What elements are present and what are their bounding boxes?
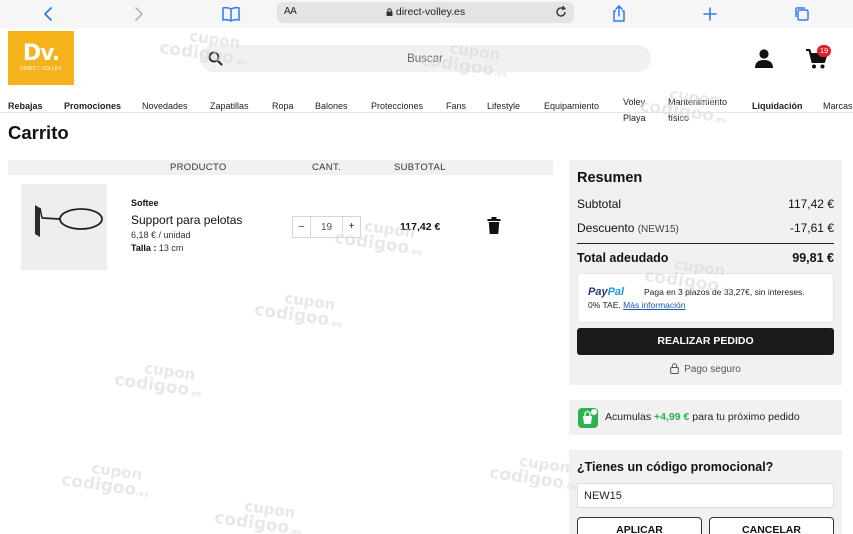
summary-subtotal-row: Subtotal 117,42 € — [577, 197, 834, 211]
secure-label: Pago seguro — [684, 364, 741, 375]
forward-icon[interactable] — [128, 3, 150, 25]
loyalty-banner: Acumulas +4,99 € para tu próximo pedido — [569, 400, 842, 435]
nav-item-lifestyle[interactable]: Lifestyle — [487, 101, 520, 111]
loyalty-prefix: Acumulas — [605, 411, 652, 423]
lock-icon — [386, 8, 393, 16]
total-value: 99,81 € — [792, 251, 834, 265]
quantity-decrease-button[interactable]: – — [293, 217, 311, 237]
summary-divider — [577, 243, 834, 244]
product-unit-price: 6,18 € / unidad — [131, 230, 191, 240]
logo-mark: Dv. — [22, 41, 60, 66]
promo-code-panel: ¿Tienes un código promocional? APLICAR C… — [569, 450, 842, 534]
nav-item-rebajas[interactable]: Rebajas — [8, 101, 43, 111]
url-domain: direct-volley.es — [395, 6, 466, 18]
discount-code: (NEW15) — [637, 224, 679, 235]
product-image[interactable] — [21, 184, 107, 270]
quantity-increase-button[interactable]: + — [342, 217, 360, 237]
size-label: Talla : — [131, 243, 157, 253]
secure-payment-note: Pago seguro — [569, 363, 842, 375]
nav-item-marcas[interactable]: Marcas — [823, 101, 853, 111]
padlock-icon — [670, 363, 679, 374]
summary-total-row: Total adeudado 99,81 € — [577, 251, 834, 265]
nav-item-ropa[interactable]: Ropa — [272, 101, 294, 111]
watermark: cupon codigoo.es — [60, 458, 150, 501]
back-icon[interactable] — [37, 3, 59, 25]
subtotal-value: 117,42 € — [788, 197, 834, 211]
nav-divider — [0, 112, 853, 113]
main-nav: Rebajas Promociones Novedades Zapatillas… — [0, 92, 853, 123]
nav-item-equipamiento[interactable]: Equipamiento — [544, 101, 599, 111]
url-text: direct-volley.es — [277, 6, 574, 18]
address-bar[interactable]: AA direct-volley.es — [277, 2, 574, 23]
watermark: cupon codigoo.es — [488, 451, 578, 494]
loyalty-bag-icon — [578, 408, 598, 428]
watermark: cupon codigoo.es — [113, 358, 203, 401]
new-tab-icon[interactable] — [699, 3, 721, 25]
promo-code-input[interactable] — [577, 483, 834, 508]
line-subtotal: 117,42 € — [400, 221, 441, 233]
product-name[interactable]: Support para pelotas — [131, 213, 242, 227]
logo-subtitle: DIRECT VOLLEY — [20, 66, 62, 72]
size-value: 13 cm — [158, 243, 184, 253]
nav-item-balones[interactable]: Balones — [315, 101, 348, 111]
discount-label: Descuento — [577, 221, 635, 235]
search-bar[interactable] — [200, 45, 651, 72]
page-title: Carrito — [8, 122, 69, 143]
share-icon[interactable] — [608, 3, 630, 25]
col-header-producto: PRODUCTO — [170, 162, 227, 173]
quantity-stepper: – + — [292, 216, 361, 238]
cart-count-badge: 19 — [817, 45, 831, 57]
search-input[interactable] — [230, 45, 620, 72]
total-label: Total adeudado — [577, 251, 669, 265]
nav-item-protecciones[interactable]: Protecciones — [371, 101, 423, 111]
nav-item-zapatillas[interactable]: Zapatillas — [210, 101, 249, 111]
col-header-subtotal: SUBTOTAL — [394, 162, 446, 173]
summary-discount-row: Descuento (NEW15) -17,61 € — [577, 221, 834, 235]
nav-item-fans[interactable]: Fans — [446, 101, 466, 111]
loyalty-text: Acumulas +4,99 € para tu próximo pedido — [605, 411, 800, 423]
ball-holder-image — [35, 205, 103, 237]
order-summary: Resumen Subtotal 117,42 € Descuento (NEW… — [569, 160, 842, 385]
paypal-tae: 0% TAE. — [588, 300, 621, 310]
bookmarks-icon[interactable] — [220, 3, 242, 25]
product-size: Talla : 13 cm — [131, 243, 183, 253]
watermark: cupon codigoo.es — [253, 288, 343, 331]
cancel-promo-button[interactable]: CANCELAR — [709, 517, 834, 534]
nav-item-liquidacion[interactable]: Liquidación — [752, 101, 803, 111]
site-logo[interactable]: Dv. DIRECT VOLLEY — [8, 31, 74, 85]
promo-title: ¿Tienes un código promocional? — [577, 460, 774, 474]
loyalty-points: +4,99 € — [654, 411, 690, 423]
paypal-logo-pay: Pay — [588, 286, 608, 298]
discount-value: -17,61 € — [789, 221, 834, 235]
quantity-input[interactable] — [311, 217, 342, 237]
reload-icon[interactable] — [554, 5, 568, 19]
paypal-logo-pal: Pal — [607, 286, 625, 298]
tabs-icon[interactable] — [791, 3, 813, 25]
place-order-button[interactable]: REALIZAR PEDIDO — [577, 328, 834, 355]
browser-toolbar: AA direct-volley.es — [0, 0, 853, 28]
paypal-tae-text: 0% TAE. Más información — [588, 300, 686, 310]
product-brand: Softee — [131, 198, 159, 208]
paypal-installments-box: PayPal Paga en 3 plazos de 33,27€, sin i… — [577, 273, 834, 323]
account-icon[interactable] — [753, 47, 775, 69]
nav-item-voley-playa[interactable]: Voley Playa — [623, 94, 653, 126]
watermark: cupon codigoo.es — [213, 496, 303, 534]
nav-item-mantenimiento[interactable]: Mantenimiento físico — [668, 94, 740, 126]
nav-item-novedades[interactable]: Novedades — [142, 101, 188, 111]
loyalty-suffix: para tu próximo pedido — [692, 411, 800, 423]
col-header-cantidad: CANT. — [312, 162, 341, 173]
apply-promo-button[interactable]: APLICAR — [577, 517, 702, 534]
summary-title: Resumen — [577, 170, 643, 186]
subtotal-label: Subtotal — [577, 197, 622, 211]
paypal-logo: PayPal — [588, 286, 624, 298]
nav-item-promociones[interactable]: Promociones — [64, 101, 121, 111]
paypal-installments-text: Paga en 3 plazos de 33,27€, sin interese… — [644, 287, 805, 297]
paypal-more-info-link[interactable]: Más información — [623, 300, 685, 310]
search-icon[interactable] — [208, 51, 223, 66]
trash-icon[interactable] — [487, 217, 501, 234]
cart-table-header: PRODUCTO CANT. SUBTOTAL — [8, 160, 553, 175]
